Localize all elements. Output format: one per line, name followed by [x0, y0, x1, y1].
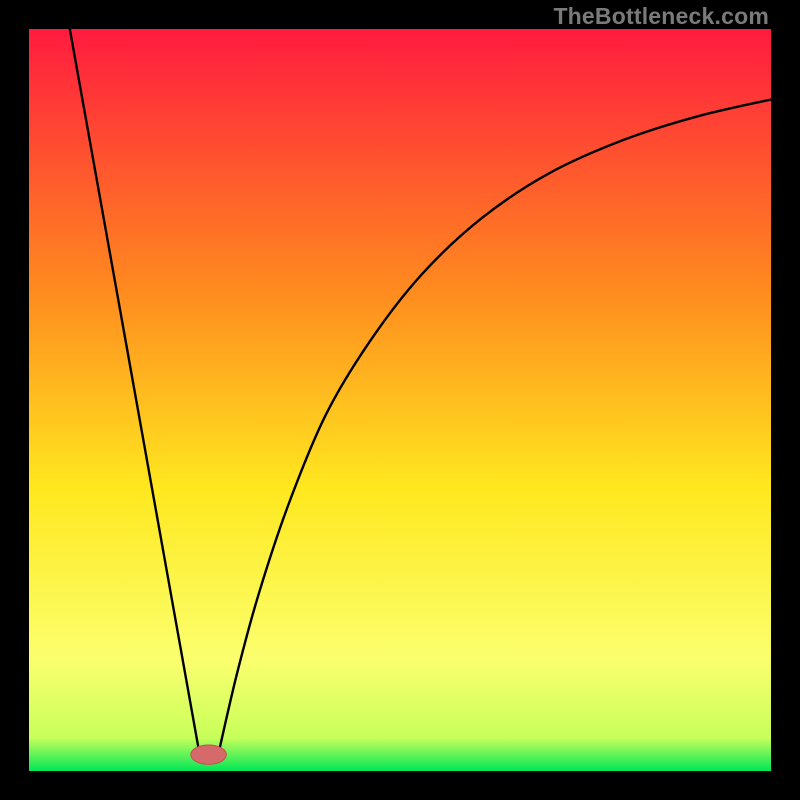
watermark-text: TheBottleneck.com	[553, 3, 769, 30]
bottleneck-chart	[29, 29, 771, 771]
chart-frame	[29, 29, 771, 771]
gradient-background	[29, 29, 771, 771]
optimum-marker	[191, 745, 227, 764]
